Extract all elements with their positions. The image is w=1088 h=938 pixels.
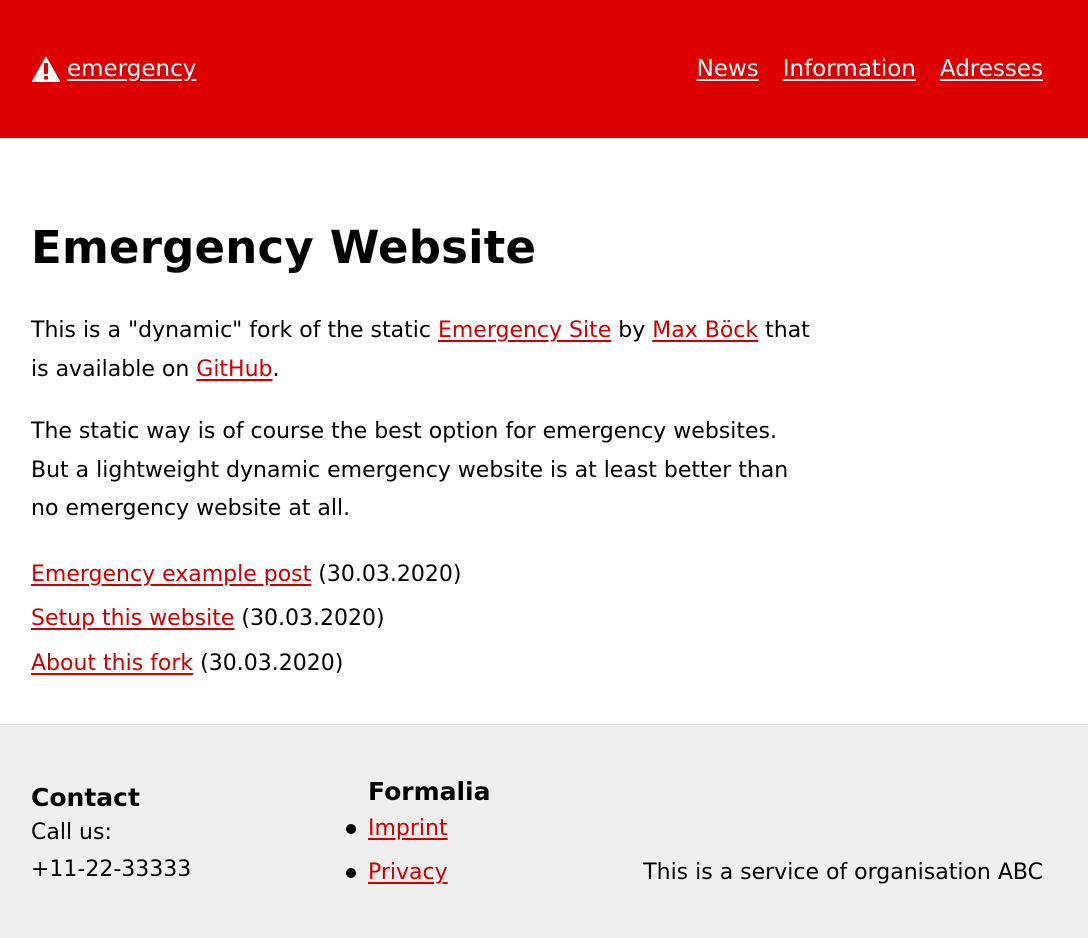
brand-label: emergency <box>67 56 197 82</box>
post-link-about-fork[interactable]: About this fork <box>31 651 193 676</box>
post-link-emergency-example[interactable]: Emergency example post <box>31 562 311 587</box>
imprint-link[interactable]: Imprint <box>368 807 448 851</box>
page-title: Emergency Website <box>31 221 537 274</box>
contact-section: Contact Call us: +11-22-33333 <box>31 782 191 888</box>
post-date: (30.03.2020) <box>200 650 344 676</box>
max-bock-link[interactable]: Max Böck <box>652 318 758 343</box>
main-nav: News Information Adresses <box>697 56 1043 82</box>
static-way-paragraph: The static way is of course the best opt… <box>31 419 789 521</box>
bullet-icon <box>346 868 356 878</box>
main-content: Emergency Website This is a "dynamic" fo… <box>0 138 1088 724</box>
intro-paragraph: This is a "dynamic" fork of the static E… <box>31 312 811 389</box>
formalia-title: Formalia <box>368 777 491 806</box>
emergency-site-link[interactable]: Emergency Site <box>438 318 611 343</box>
post-item: Emergency example post (30.03.2020) <box>31 553 1057 598</box>
privacy-link[interactable]: Privacy <box>368 851 448 895</box>
brand-link[interactable]: emergency <box>31 55 196 83</box>
site-header: emergency News Information Adresses <box>0 0 1088 138</box>
service-note: This is a service of organisation ABC <box>643 860 1043 885</box>
nav-adresses[interactable]: Adresses <box>940 56 1043 82</box>
intro-text-4: . <box>272 356 280 382</box>
list-item: Privacy <box>344 851 491 895</box>
post-date: (30.03.2020) <box>318 561 462 587</box>
post-item: About this fork (30.03.2020) <box>31 642 1057 687</box>
bullet-icon <box>346 824 356 834</box>
list-item: Imprint <box>344 807 491 851</box>
warning-icon <box>31 56 61 82</box>
phone-number: +11-22-33333 <box>31 857 192 882</box>
intro-text-2: by <box>611 318 653 343</box>
post-list: Emergency example post (30.03.2020) Setu… <box>31 553 1057 687</box>
post-link-setup[interactable]: Setup this website <box>31 606 234 631</box>
nav-information[interactable]: Information <box>783 56 916 82</box>
post-item: Setup this website (30.03.2020) <box>31 597 1057 642</box>
call-us-label: Call us: <box>31 820 112 845</box>
site-footer: Contact Call us: +11-22-33333 Formalia I… <box>0 724 1088 938</box>
contact-title: Contact <box>31 783 140 812</box>
formalia-list: Imprint Privacy <box>344 807 491 895</box>
nav-news[interactable]: News <box>697 56 759 82</box>
formalia-section: Formalia Imprint Privacy <box>344 777 491 895</box>
post-date: (30.03.2020) <box>241 606 385 631</box>
github-link[interactable]: GitHub <box>196 357 272 382</box>
intro-text-1: This is a "dynamic" fork of the static <box>31 318 438 343</box>
